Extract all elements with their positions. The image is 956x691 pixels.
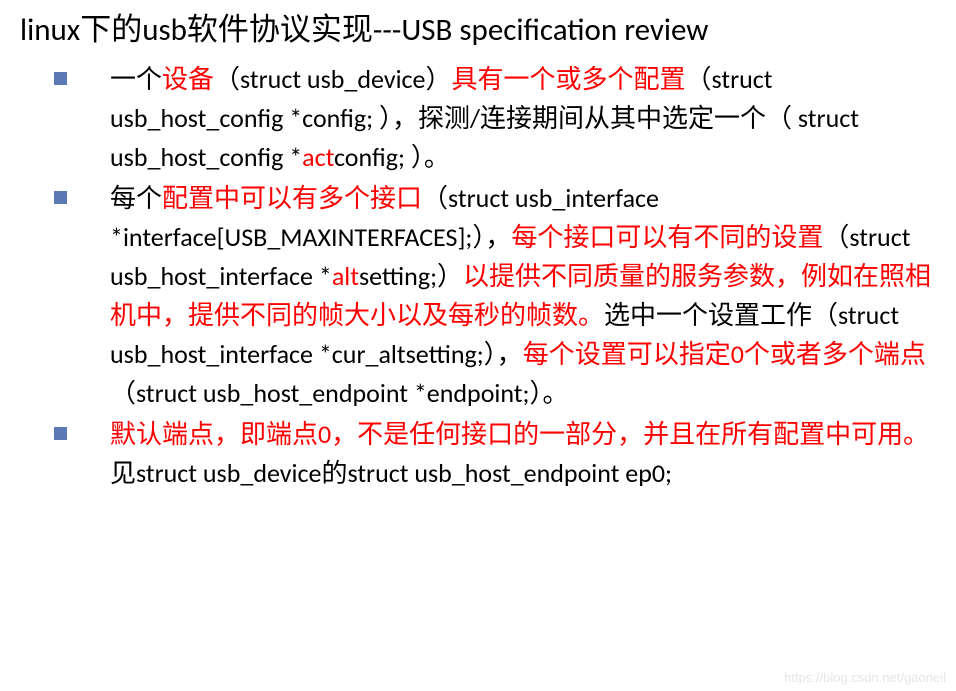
text-segment: （struct usb_host_endpoint *endpoint;）。 (110, 377, 568, 409)
content-area: 一个设备（struct usb_device）具有一个或多个配置 （struct … (0, 56, 956, 493)
text-segment: 每个设置可以指定0个或者多个端点 (523, 338, 926, 370)
text-segment: 一个 (110, 63, 162, 95)
square-bullet-icon (54, 427, 67, 440)
text-segment: act (302, 141, 334, 173)
text-segment: 见struct usb_device的struct usb_host_endpo… (110, 457, 672, 489)
list-item: 每个配置中可以有多个接口（struct usb_interface *inter… (50, 179, 936, 413)
text-segment: 每个 (110, 182, 162, 214)
list-item: 默认端点，即端点0，不是任何接口的一部分，并且在所有配置中可用。见struct … (50, 415, 936, 493)
list-item: 一个设备（struct usb_device）具有一个或多个配置（struct … (50, 60, 936, 177)
text-segment: config; ）。 (334, 141, 450, 173)
text-segment: 具有一个或多个配置 (451, 63, 685, 95)
bullet-list: 一个设备（struct usb_device）具有一个或多个配置 （struct … (50, 60, 936, 493)
text-segment: alt (332, 260, 359, 292)
text-segment: 每个接口可以有不同的设置 (511, 221, 823, 253)
square-bullet-icon (54, 72, 67, 85)
page-title: linux下的usb软件协议实现---USB specification rev… (0, 0, 956, 56)
text-segment: 配置中可以有多个接口 (162, 182, 422, 214)
text-segment: （struct usb_device） (214, 63, 451, 95)
text-segment: 默认端点，即端点0，不是任何接口的一部分，并且在所有配置中可用。 (110, 418, 929, 450)
watermark-text: https://blog.csdn.net/gaoneil (784, 670, 946, 685)
text-segment: setting;） (359, 260, 463, 292)
square-bullet-icon (54, 191, 67, 204)
text-segment: 设备 (162, 63, 214, 95)
